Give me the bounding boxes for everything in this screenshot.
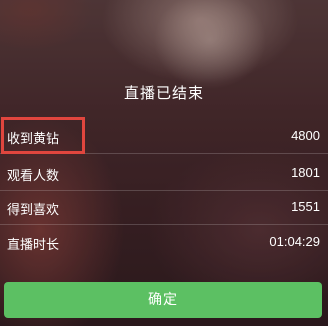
live-ended-title: 直播已结束 <box>123 84 204 102</box>
stat-value: 1551 <box>291 199 320 214</box>
stat-row-duration: 直播时长 01:04:29 <box>0 226 328 260</box>
stat-value: 4800 <box>291 128 320 143</box>
confirm-button[interactable]: 确定 <box>4 282 322 318</box>
stat-value: 01:04:29 <box>269 234 320 249</box>
stat-label: 观看人数 <box>7 169 60 184</box>
stat-row-likes: 得到喜欢 1551 <box>0 191 328 225</box>
stat-label: 直播时长 <box>7 238 60 253</box>
stat-row-viewers: 观看人数 1801 <box>0 157 328 191</box>
row-divider <box>0 224 328 225</box>
stat-value: 1801 <box>291 165 320 180</box>
highlight-box <box>1 117 85 154</box>
stat-label: 得到喜欢 <box>7 203 60 218</box>
